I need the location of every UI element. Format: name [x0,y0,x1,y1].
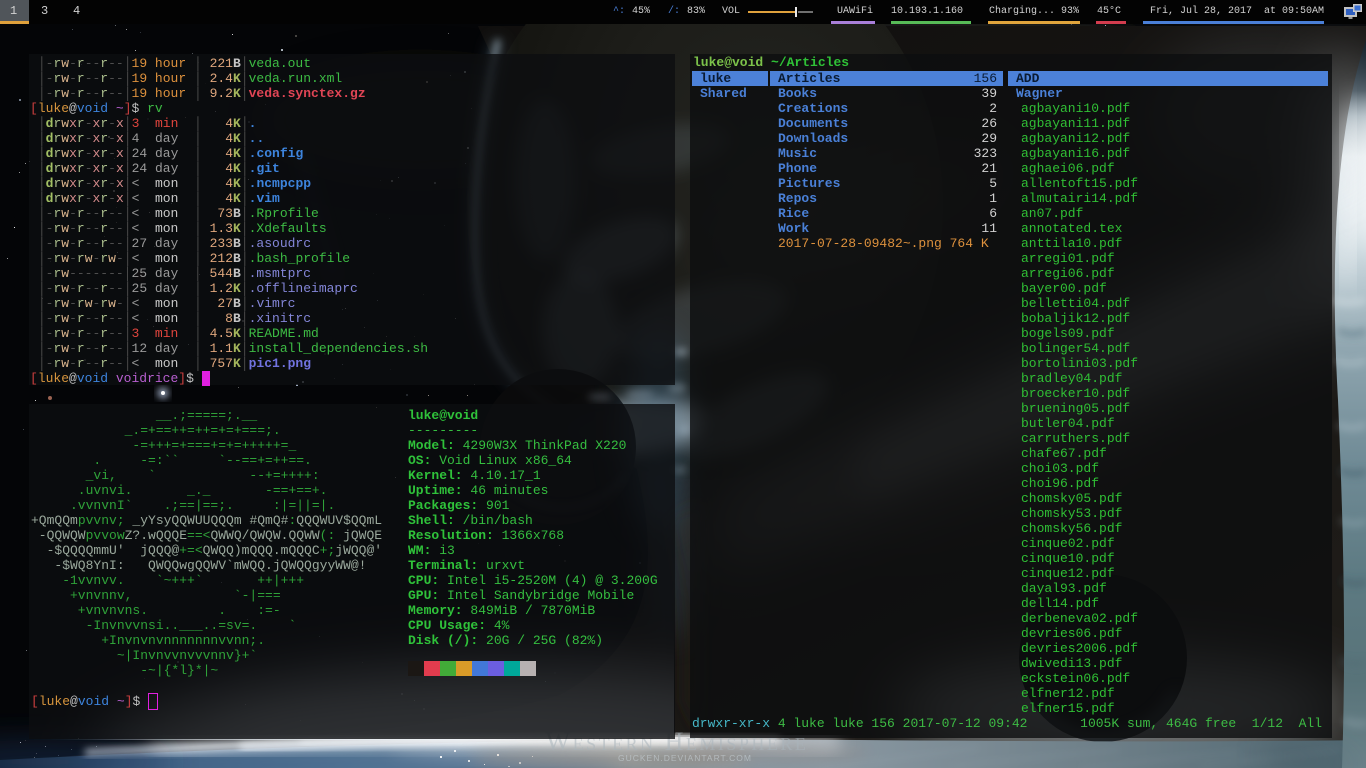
svg-text:GUCKEN.DEVIANTART.COM: GUCKEN.DEVIANTART.COM [618,753,752,763]
